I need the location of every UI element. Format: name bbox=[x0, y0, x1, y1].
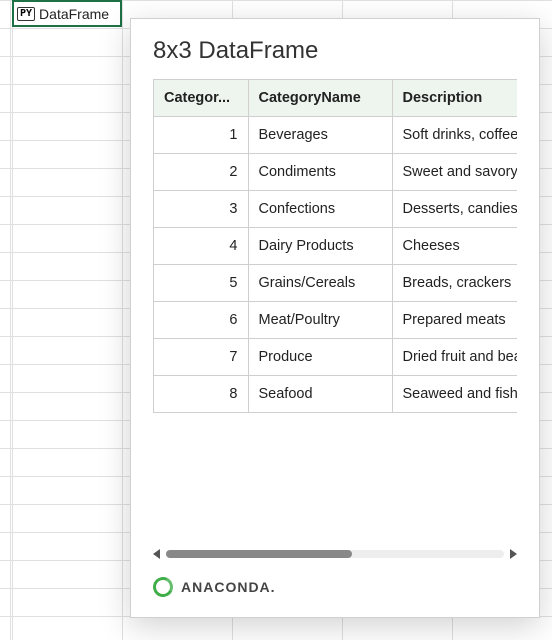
cell-description: Dried fruit and bean curd bbox=[392, 339, 517, 376]
cell-description: Sweet and savory sauces bbox=[392, 154, 517, 191]
table-row[interactable]: 4Dairy ProductsCheeses bbox=[154, 228, 517, 265]
python-badge-icon: PY bbox=[17, 7, 35, 21]
cell-category-name: Meat/Poultry bbox=[248, 302, 392, 339]
col-header-description[interactable]: Description bbox=[392, 80, 517, 117]
cell-category-name: Condiments bbox=[248, 154, 392, 191]
cell-category-id: 8 bbox=[154, 376, 248, 413]
anaconda-logo-icon bbox=[150, 574, 176, 600]
table-header-row: Categor... CategoryName Description bbox=[154, 80, 517, 117]
table-row[interactable]: 8SeafoodSeaweed and fish bbox=[154, 376, 517, 413]
cell-category-name: Beverages bbox=[248, 117, 392, 154]
cell-description: Seaweed and fish bbox=[392, 376, 517, 413]
cell-category-id: 2 bbox=[154, 154, 248, 191]
cell-category-id: 4 bbox=[154, 228, 248, 265]
cell-description: Breads, crackers bbox=[392, 265, 517, 302]
scroll-thumb[interactable] bbox=[166, 550, 352, 558]
cell-description: Soft drinks, coffees, teas bbox=[392, 117, 517, 154]
cell-value: DataFrame bbox=[39, 6, 109, 22]
dataframe-table: Categor... CategoryName Description 1Bev… bbox=[154, 80, 517, 413]
cell-category-id: 3 bbox=[154, 191, 248, 228]
table-row[interactable]: 1BeveragesSoft drinks, coffees, teas bbox=[154, 117, 517, 154]
col-header-category-name[interactable]: CategoryName bbox=[248, 80, 392, 117]
card-title: 8x3 DataFrame bbox=[131, 19, 539, 79]
table-row[interactable]: 6Meat/PoultryPrepared meats bbox=[154, 302, 517, 339]
cell-category-name: Dairy Products bbox=[248, 228, 392, 265]
dataframe-preview-card: 8x3 DataFrame Categor... CategoryName De… bbox=[130, 18, 540, 618]
card-footer: ANACONDA. bbox=[131, 577, 539, 617]
active-cell[interactable]: PY DataFrame bbox=[12, 0, 122, 27]
scroll-right-icon[interactable] bbox=[510, 549, 517, 559]
cell-description: Cheeses bbox=[392, 228, 517, 265]
table-row[interactable]: 5Grains/CerealsBreads, crackers bbox=[154, 265, 517, 302]
table-row[interactable]: 7ProduceDried fruit and bean curd bbox=[154, 339, 517, 376]
anaconda-brand: ANACONDA. bbox=[181, 579, 276, 595]
cell-category-id: 5 bbox=[154, 265, 248, 302]
card-spacer bbox=[131, 413, 539, 547]
cell-category-id: 6 bbox=[154, 302, 248, 339]
cell-category-id: 7 bbox=[154, 339, 248, 376]
cell-description: Prepared meats bbox=[392, 302, 517, 339]
cell-category-name: Produce bbox=[248, 339, 392, 376]
table-row[interactable]: 3ConfectionsDesserts, candies bbox=[154, 191, 517, 228]
cell-category-name: Grains/Cereals bbox=[248, 265, 392, 302]
table-row[interactable]: 2CondimentsSweet and savory sauces bbox=[154, 154, 517, 191]
cell-description: Desserts, candies bbox=[392, 191, 517, 228]
cell-category-id: 1 bbox=[154, 117, 248, 154]
table-container: Categor... CategoryName Description 1Bev… bbox=[153, 79, 517, 413]
horizontal-scrollbar[interactable] bbox=[153, 547, 517, 561]
scroll-track[interactable] bbox=[166, 550, 504, 558]
col-header-category-id[interactable]: Categor... bbox=[154, 80, 248, 117]
cell-category-name: Confections bbox=[248, 191, 392, 228]
cell-category-name: Seafood bbox=[248, 376, 392, 413]
scroll-left-icon[interactable] bbox=[153, 549, 160, 559]
